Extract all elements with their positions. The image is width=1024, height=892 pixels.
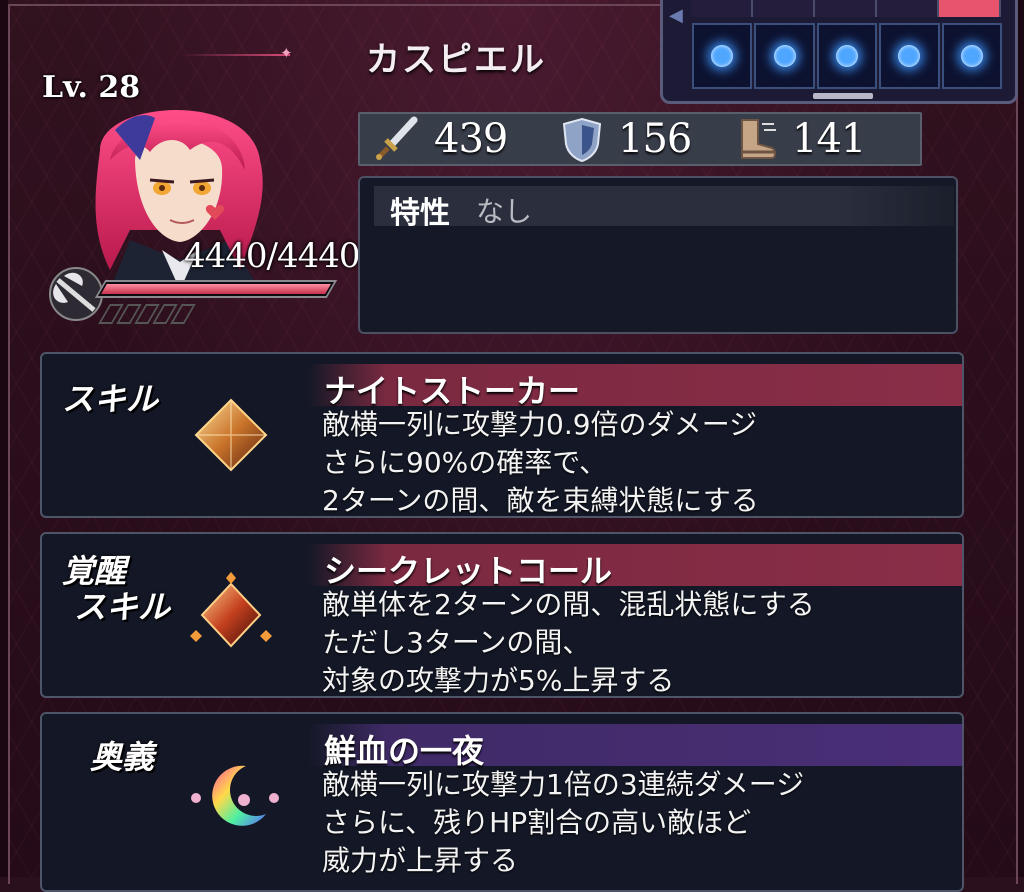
boot-icon (741, 119, 776, 159)
speed-value: 141 (792, 116, 866, 162)
hp-text: 4440/4440 (184, 236, 361, 276)
defense-value: 156 (618, 116, 692, 162)
blue-orb-icon (898, 45, 921, 67)
orb-slot-4[interactable] (879, 23, 940, 89)
skill-desc-line: 敵横一列に攻撃力0.9倍のダメージ (322, 408, 758, 441)
slot-top-strip (691, 0, 1001, 17)
skill-desc-line: 威力が上昇する (322, 844, 519, 877)
slot-panel-tab[interactable] (813, 93, 873, 99)
attack-value: 439 (434, 116, 508, 162)
character-name: カスピエル (366, 40, 546, 80)
awakened-skill-panel[interactable]: 覚醒 スキル シークレットコール 敵単体を2ターンの間、混乱状態にする ただし3… (40, 532, 964, 698)
frame-edge-left (0, 0, 8, 877)
slot-row (691, 23, 1003, 89)
sub-gauge (98, 304, 196, 324)
title-ornament: ✦ (180, 46, 320, 61)
crescent-moon-icon (191, 765, 279, 826)
skill-desc-line: 敵横一列に攻撃力1倍の3連続ダメージ (322, 768, 805, 801)
trait-value: なし (476, 195, 533, 228)
skill-name-bar: 鮮血の一夜 (308, 724, 962, 770)
orb-slot-5[interactable] (941, 23, 1003, 89)
skill-side-label: スキル (62, 380, 159, 418)
shield-icon (562, 117, 602, 162)
stats-bar: 439 156 141 (358, 112, 922, 166)
gem-icon (194, 398, 268, 472)
orb-slot-2[interactable] (754, 23, 815, 89)
blue-orb-icon (711, 45, 734, 67)
blue-orb-icon (773, 45, 796, 67)
skill-desc-line: ただし3ターンの間、 (322, 626, 591, 659)
orb-slot-3[interactable] (816, 23, 878, 89)
awakened-gem-icon (190, 572, 272, 648)
skill-name-bar: シークレットコール (308, 544, 962, 590)
skill-desc-line: 敵単体を2ターンの間、混乱状態にする (322, 588, 815, 621)
skill-panel[interactable]: スキル ナイトストーカー 敵横一列に攻撃力0.9倍のダメージ さらに90%の確率… (40, 352, 964, 518)
skill-desc-line: 対象の攻撃力が5%上昇する (322, 664, 675, 697)
ultimate-skill-panel[interactable]: 奥義 鮮血の一夜 敵横一列に攻撃力1倍の3連続ダメージ さらに、残りHP割合の高… (40, 712, 964, 892)
defense-stat: 156 (560, 114, 692, 164)
blue-orb-icon (960, 45, 983, 67)
skill-desc-line: さらに、残りHP割合の高い敵ほど (322, 806, 752, 839)
trait-label: 特性 (390, 196, 450, 231)
sword-icon (376, 116, 418, 160)
attack-stat: 439 (374, 114, 508, 164)
trait-row: 特性 なし (374, 186, 954, 231)
skill-description: 敵横一列に攻撃力0.9倍のダメージ さらに90%の確率で、 2ターンの間、敵を束… (322, 406, 759, 520)
hp-bar (94, 280, 338, 298)
ultimate-label: 奥義 (90, 738, 155, 776)
awakened-label: 覚醒 (62, 552, 127, 590)
awakened-skill-label: スキル (74, 588, 171, 626)
orb-slot-panel[interactable]: ◀ (660, 0, 1018, 104)
skill-desc-line: 2ターンの間、敵を束縛状態にする (322, 484, 759, 517)
skill-description: 敵単体を2ターンの間、混乱状態にする ただし3ターンの間、 対象の攻撃力が5%上… (322, 586, 815, 700)
speed-stat: 141 (732, 114, 866, 164)
trait-panel: 特性 なし (358, 176, 958, 334)
skill-name-bar: ナイトストーカー (308, 364, 962, 410)
frame-edge-right (1018, 0, 1024, 877)
slot-left-arrow-icon[interactable]: ◀ (669, 5, 683, 26)
skill-desc-line: さらに90%の確率で、 (322, 446, 608, 479)
skill-description: 敵横一列に攻撃力1倍の3連続ダメージ さらに、残りHP割合の高い敵ほど 威力が上… (322, 766, 804, 880)
blue-orb-icon (836, 45, 859, 67)
orb-slot-1[interactable] (692, 23, 753, 89)
hp-bar-fill (101, 284, 331, 294)
